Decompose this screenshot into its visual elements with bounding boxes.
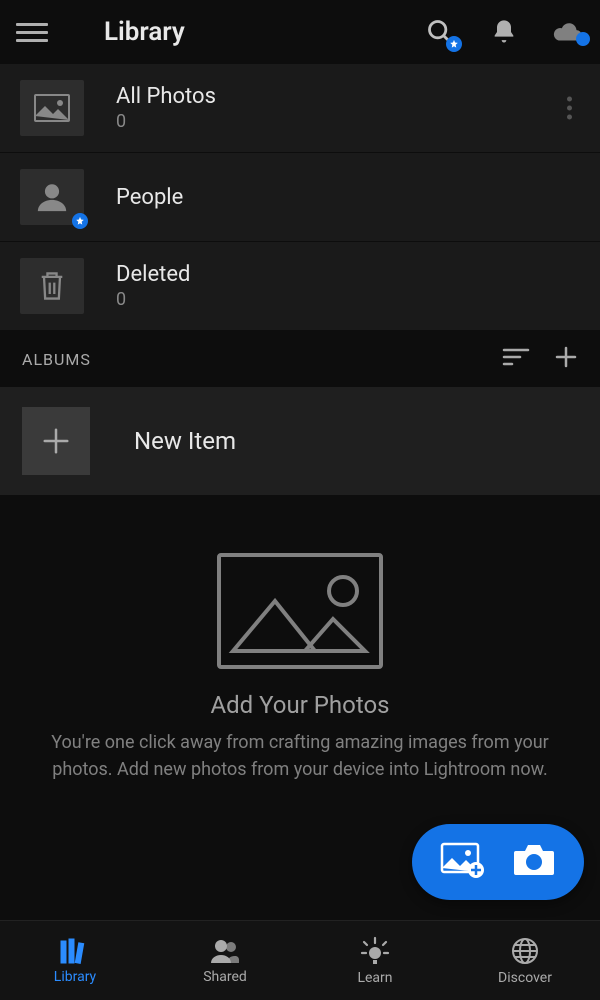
plus-icon — [554, 345, 578, 369]
new-album-item[interactable]: New Item — [0, 387, 600, 495]
discover-icon — [510, 936, 540, 966]
people-label: People — [116, 185, 183, 210]
bottom-navigation: Library Shared Learn Discover — [0, 920, 600, 1000]
albums-section-header: ALBUMS — [0, 331, 600, 387]
add-album-button[interactable] — [554, 345, 578, 373]
add-photos-fab[interactable] — [412, 824, 584, 900]
camera-icon — [512, 843, 556, 877]
header-actions — [424, 16, 584, 48]
nav-library-label: Library — [54, 969, 96, 985]
empty-state: Add Your Photos You're one click away fr… — [0, 495, 600, 803]
nav-discover-label: Discover — [498, 970, 552, 986]
empty-state-title: Add Your Photos — [210, 691, 389, 719]
nav-shared[interactable]: Shared — [150, 937, 300, 985]
hamburger-menu-button[interactable] — [16, 16, 48, 48]
all-photos-icon-box — [20, 80, 84, 136]
people-icon-box — [20, 169, 84, 225]
nav-learn[interactable]: Learn — [300, 936, 450, 986]
photo-icon — [34, 94, 70, 122]
people-item[interactable]: People — [0, 153, 600, 242]
new-album-icon-box — [22, 407, 90, 475]
cloud-sync-button[interactable] — [552, 16, 584, 48]
deleted-count: 0 — [116, 289, 190, 310]
learn-icon — [360, 936, 390, 966]
search-button[interactable] — [424, 16, 456, 48]
trash-icon — [38, 270, 66, 302]
import-photo-button[interactable] — [440, 842, 484, 882]
more-options-button[interactable] — [567, 97, 572, 120]
empty-photo-icon — [215, 551, 385, 671]
nav-library[interactable]: Library — [0, 937, 150, 985]
plus-icon — [41, 426, 71, 456]
nav-shared-label: Shared — [203, 969, 247, 985]
deleted-item[interactable]: Deleted 0 — [0, 242, 600, 331]
sort-icon — [502, 347, 530, 367]
library-icon — [59, 937, 91, 965]
new-album-label: New Item — [134, 427, 236, 455]
star-badge-icon — [72, 213, 88, 229]
empty-state-description: You're one click away from crafting amaz… — [32, 729, 568, 783]
deleted-label: Deleted — [116, 262, 190, 287]
image-plus-icon — [440, 842, 484, 878]
library-sections-list: All Photos 0 People Deleted 0 — [0, 64, 600, 331]
all-photos-label: All Photos — [116, 84, 216, 109]
albums-section-label: ALBUMS — [22, 350, 91, 369]
nav-learn-label: Learn — [357, 970, 392, 986]
star-badge-icon — [446, 36, 462, 52]
deleted-icon-box — [20, 258, 84, 314]
camera-capture-button[interactable] — [512, 843, 556, 881]
sync-status-indicator — [576, 32, 590, 46]
app-header: Library — [0, 0, 600, 64]
nav-discover[interactable]: Discover — [450, 936, 600, 986]
notifications-button[interactable] — [488, 16, 520, 48]
all-photos-count: 0 — [116, 111, 216, 132]
bell-icon — [490, 18, 518, 46]
sort-albums-button[interactable] — [502, 347, 530, 371]
page-title: Library — [104, 17, 185, 47]
shared-icon — [209, 937, 241, 965]
person-icon — [35, 180, 69, 214]
all-photos-item[interactable]: All Photos 0 — [0, 64, 600, 153]
